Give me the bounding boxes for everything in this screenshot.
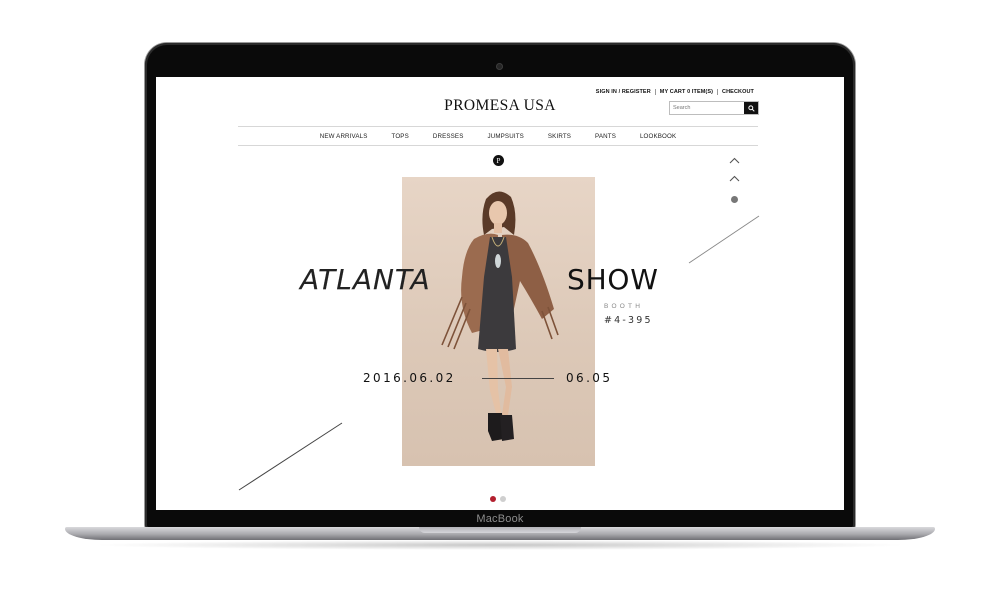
slider-pagination xyxy=(490,496,506,502)
event-start-date: 2016.06.02 xyxy=(363,371,456,385)
slider-dot-active[interactable] xyxy=(490,496,496,502)
laptop-base-notch xyxy=(419,527,581,533)
laptop-brand-label: MacBook xyxy=(476,513,524,525)
date-divider xyxy=(482,378,554,379)
laptop-chin: MacBook xyxy=(145,510,855,528)
laptop-shadow xyxy=(90,540,910,550)
hero-model-photo[interactable] xyxy=(402,177,595,466)
camera-icon xyxy=(496,63,503,70)
slider-dot[interactable] xyxy=(500,496,506,502)
decorative-line-left xyxy=(238,422,343,491)
laptop-screen: SIGN IN / REGISTER MY CART 0 ITEM(S) CHE… xyxy=(156,77,844,510)
booth-label: BOOTH xyxy=(604,303,644,310)
hero-word-right: SHOW xyxy=(567,263,659,296)
booth-number: #4-395 xyxy=(604,315,653,326)
event-end-date: 06.05 xyxy=(566,371,613,385)
model-illustration xyxy=(441,191,559,441)
hero-word-left: ATLANTA xyxy=(300,263,431,296)
decorative-line-right xyxy=(688,215,760,264)
